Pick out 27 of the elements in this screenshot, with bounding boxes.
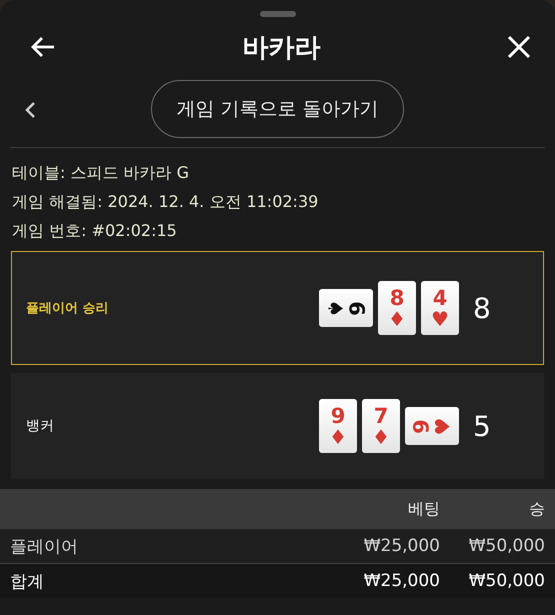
table-cell-text: ₩25,000 (362, 536, 440, 556)
playing-card: 7 ♦ (362, 399, 400, 453)
table-cell-text: 플레이어 (10, 536, 79, 558)
info-line: 게임 번호: #02:02:15 (12, 220, 178, 241)
drag-handle[interactable] (260, 11, 296, 17)
table-cell-text: ₩50,000 (468, 536, 545, 556)
hand-score: 5 (473, 410, 492, 442)
close-icon[interactable] (507, 35, 531, 59)
table-cell-text: ₩50,000 (468, 571, 545, 591)
hand-label: 뱅커 (26, 417, 55, 435)
hand-score: 8 (473, 292, 492, 324)
back-arrow-icon[interactable] (30, 36, 56, 58)
table-cell-text: 합계 (10, 570, 45, 592)
chevron-left-icon[interactable] (24, 101, 36, 119)
info-line: 게임 해결됨: 2024. 12. 4. 오전 11:02:39 (12, 191, 320, 212)
playing-card: 8 ♦ (378, 281, 416, 335)
playing-card: 9 ♦ (319, 399, 357, 453)
column-header: 베팅 (407, 498, 440, 520)
column-header: 승 (528, 498, 545, 520)
playing-card: 4 ♥ (421, 281, 459, 335)
playing-card: 6 ♠ (319, 289, 373, 327)
table-cell-text: ₩25,000 (362, 571, 440, 591)
playing-card: 9 ♥ (405, 407, 459, 445)
info-line: 테이블: 스피드 바카라 G (12, 162, 190, 183)
back-to-history-button[interactable]: 게임 기록으로 돌아가기 (151, 80, 404, 138)
window-title: 바카라 (242, 32, 320, 64)
hand-label: 플레이어 승리 (26, 300, 110, 317)
